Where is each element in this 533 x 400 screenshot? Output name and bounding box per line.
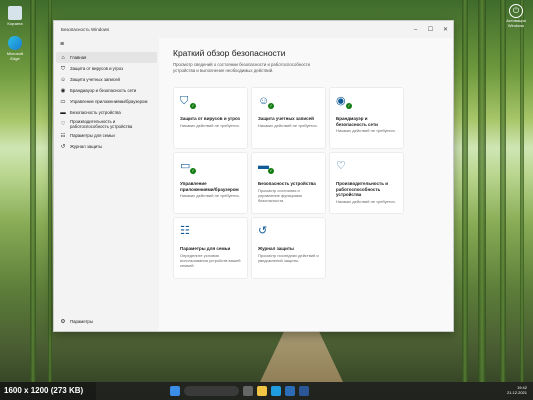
edge-taskbar-icon[interactable] xyxy=(271,386,281,396)
sidebar-item-2[interactable]: ☺ Защита учетных записей xyxy=(56,74,157,85)
store-icon[interactable] xyxy=(285,386,295,396)
desktop-icon-edge[interactable]: Microsoft Edge xyxy=(4,36,26,61)
windows-security-window: Безопасность Windows – ☐ ✕ ≡ ⌂ Главная ⛉ За… xyxy=(53,20,454,332)
history-icon: ↺ xyxy=(258,225,268,237)
security-card[interactable]: ☷ Параметры для семьи Определите условия… xyxy=(173,217,248,279)
app-icon: ▭ ✓ xyxy=(180,160,196,174)
security-card[interactable]: ☺ ✓ Защита учетных записей Никаких действ… xyxy=(251,87,326,149)
card-description: Никаких действий не требуется. xyxy=(336,128,396,133)
main-content: Краткий обзор безопасности Просмотр свед… xyxy=(159,38,453,331)
card-description: Определите условия использования устройс… xyxy=(180,252,241,268)
security-card[interactable]: ▭ ✓ Управление приложениями/браузером Ник… xyxy=(173,152,248,214)
sidebar-item-7[interactable]: ☷ Параметры для семьи xyxy=(56,130,157,141)
card-title: Защита от вирусов и угроз xyxy=(180,116,240,121)
family-icon: ☷ xyxy=(60,132,66,139)
card-grid: ⛉ ✓ Защита от вирусов и угроз Никаких дей… xyxy=(173,87,453,279)
check-icon: ✓ xyxy=(190,168,196,174)
desktop-icon-recycle-bin[interactable]: Корзина xyxy=(4,6,26,26)
heart-icon: ♡ xyxy=(60,121,66,127)
card-description: Никаких действий не требуется. xyxy=(258,122,318,128)
card-title: Защита учетных записей xyxy=(258,116,314,121)
taskbar-search[interactable] xyxy=(184,386,239,396)
card-title: Параметры для семьи xyxy=(180,246,231,251)
wifi-icon: ◉ xyxy=(60,87,66,94)
page-title: Краткий обзор безопасности xyxy=(173,48,286,58)
card-title: Журнал защиты xyxy=(258,246,294,251)
task-view-icon[interactable] xyxy=(243,386,253,396)
laptop-icon: ▬ xyxy=(60,109,66,116)
top-right-widget[interactable]: ⏻ Активация Windows xyxy=(505,4,527,28)
sidebar-item-settings[interactable]: ⚙ Параметры xyxy=(56,316,157,327)
security-card[interactable]: ◉ ✓ Брандмауэр и безопасность сети Никаки… xyxy=(329,87,404,149)
page-subtitle: Просмотр сведений о состоянии безопаснос… xyxy=(173,62,311,73)
card-title: Безопасность устройства xyxy=(258,181,316,186)
card-title: Производительность и работоспособность у… xyxy=(336,181,388,197)
person-icon: ☺ xyxy=(60,76,66,83)
sidebar-item-5[interactable]: ▬ Безопасность устройства xyxy=(56,107,157,118)
card-description: Никаких действий не требуется. xyxy=(180,122,240,128)
power-icon: ⏻ xyxy=(509,4,523,18)
recycle-bin-icon xyxy=(8,6,22,20)
title-bar[interactable]: Безопасность Windows – ☐ ✕ xyxy=(54,21,453,38)
minimize-button[interactable]: – xyxy=(408,21,423,38)
sidebar-item-8[interactable]: ↺ Журнал защиты xyxy=(56,141,157,152)
check-icon: ✓ xyxy=(268,103,274,109)
taskbar-clock[interactable]: 19:42 21.12.2021 xyxy=(507,385,527,395)
window-title: Безопасность Windows xyxy=(61,27,110,32)
person-icon: ☺ ✓ xyxy=(258,95,274,109)
home-icon: ⌂ xyxy=(61,54,65,61)
security-card[interactable]: ▬ ✓ Безопасность устройства Просмотр сост… xyxy=(251,152,326,214)
heart-icon: ♡ xyxy=(336,160,346,172)
check-icon: ✓ xyxy=(346,103,352,109)
image-caption: 1600 x 1200 (273 KB) xyxy=(0,382,96,400)
check-icon: ✓ xyxy=(268,168,274,174)
sidebar-item-0[interactable]: ⌂ Главная xyxy=(56,52,157,63)
app-icon: ▭ xyxy=(60,98,66,105)
card-description: Просмотр последних действий и уведомлени… xyxy=(258,252,319,263)
card-description: Никаких действий не требуется. xyxy=(336,198,396,204)
card-description: Никаких действий не требуется. xyxy=(180,193,240,198)
security-card[interactable]: ♡ Производительность и работоспособность… xyxy=(329,152,404,214)
sidebar-item-3[interactable]: ◉ Брандмауэр и безопасность сети xyxy=(56,85,157,96)
card-description: Просмотр состояния и управление функциям… xyxy=(258,187,302,203)
security-card[interactable]: ⛉ ✓ Защита от вирусов и угроз Никаких дей… xyxy=(173,87,248,149)
history-icon: ↺ xyxy=(60,143,66,150)
menu-icon[interactable]: ≡ xyxy=(54,38,159,52)
card-title: Брандмауэр и безопасность сети xyxy=(336,116,378,127)
card-title: Управление приложениями/браузером xyxy=(180,181,239,192)
edge-icon xyxy=(8,36,22,50)
maximize-button[interactable]: ☐ xyxy=(423,21,438,38)
gear-icon: ⚙ xyxy=(60,318,66,325)
check-icon: ✓ xyxy=(190,103,196,109)
sidebar: ≡ ⌂ Главная ⛉ Защита от вирусов и угроз ☺ Защ… xyxy=(54,38,159,331)
sidebar-item-1[interactable]: ⛉ Защита от вирусов и угроз xyxy=(56,63,157,74)
shield-icon: ⛉ xyxy=(60,65,66,72)
sidebar-item-6[interactable]: ♡ Производительность и работоспособность … xyxy=(56,118,157,130)
shield-icon: ⛉ ✓ xyxy=(180,95,196,109)
security-taskbar-icon[interactable] xyxy=(299,386,309,396)
wifi-icon: ◉ ✓ xyxy=(336,95,352,109)
sidebar-item-4[interactable]: ▭ Управление приложениями/браузером xyxy=(56,96,157,107)
close-button[interactable]: ✕ xyxy=(438,21,453,38)
security-card[interactable]: ↺ Журнал защиты Просмотр последних дейст… xyxy=(251,217,326,279)
file-explorer-icon[interactable] xyxy=(257,386,267,396)
start-icon[interactable] xyxy=(170,386,180,396)
family-icon: ☷ xyxy=(180,225,190,237)
laptop-icon: ▬ ✓ xyxy=(258,160,274,174)
